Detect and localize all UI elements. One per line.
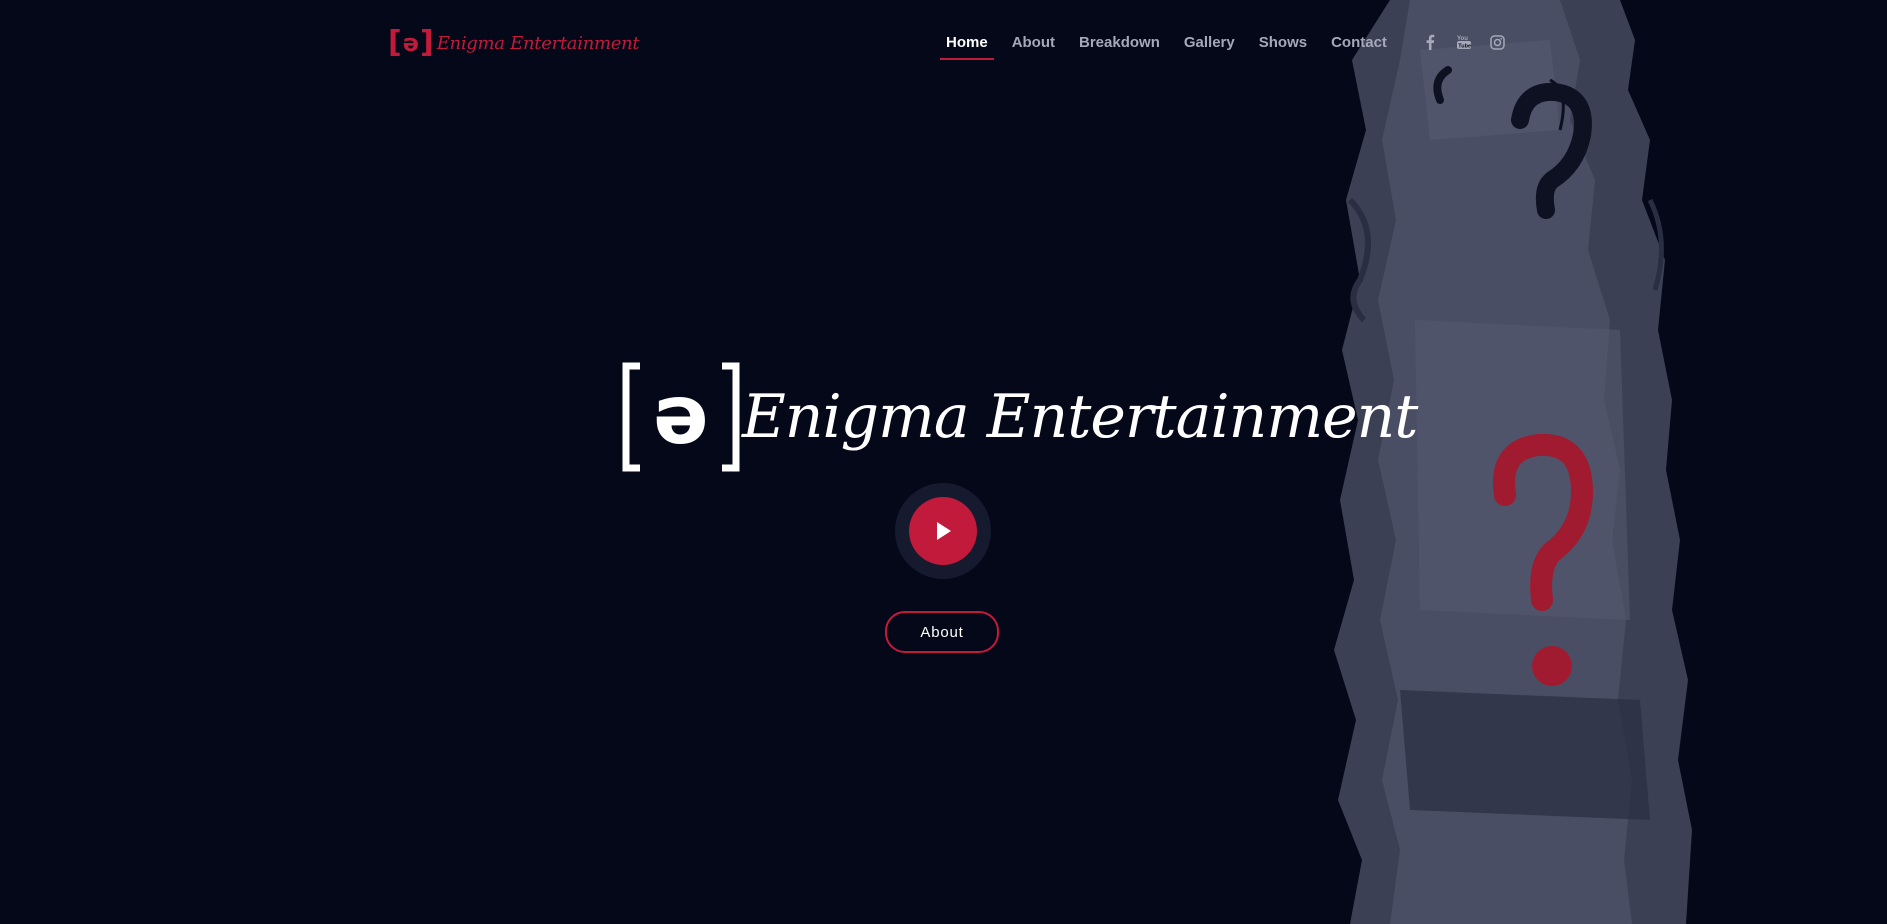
social-links: You Tube [1413, 33, 1515, 51]
logo-symbol: ə [402, 29, 419, 57]
page: [ ə ] Enigma Entertainment Home About Br… [0, 0, 1887, 924]
play-button-circle [909, 497, 977, 565]
header-logo[interactable]: [ ə ] Enigma Entertainment [388, 25, 640, 60]
hero-title: Enigma Entertainment [742, 382, 1418, 452]
nav-contact[interactable]: Contact [1323, 0, 1395, 84]
facebook-icon[interactable] [1421, 33, 1439, 51]
logo-right-bracket: ] [420, 25, 434, 60]
about-button[interactable]: About [885, 611, 999, 653]
nav-about[interactable]: About [1004, 0, 1063, 84]
hero-logo: ə Enigma Entertainment [622, 362, 1418, 472]
logo-text: Enigma Entertainment [436, 32, 640, 54]
play-video-button[interactable] [895, 483, 991, 579]
nav-breakdown[interactable]: Breakdown [1071, 0, 1168, 84]
logo-left-bracket: [ [388, 25, 402, 60]
youtube-icon[interactable]: You Tube [1455, 33, 1473, 51]
nav-shows[interactable]: Shows [1251, 0, 1315, 84]
hero-logo-mark: ə [622, 362, 740, 472]
nav-home[interactable]: Home [938, 0, 996, 84]
svg-text:Tube: Tube [1458, 43, 1471, 49]
site-header: [ ə ] Enigma Entertainment Home About Br… [0, 0, 1887, 84]
play-icon [937, 522, 951, 540]
instagram-icon[interactable] [1489, 33, 1507, 51]
nav-gallery[interactable]: Gallery [1176, 0, 1243, 84]
hero-logo-symbol: ə [653, 368, 709, 463]
main-nav: Home About Breakdown Gallery Shows Conta… [938, 0, 1515, 84]
